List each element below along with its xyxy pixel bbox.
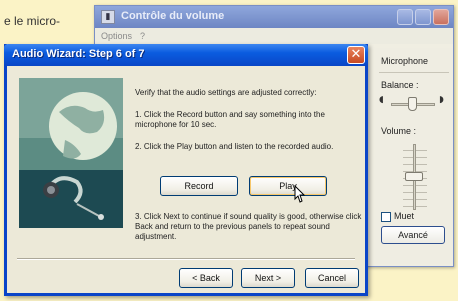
wizard-step1-text: 1. Click the Record button and say somet… [135,110,325,129]
speaker-app-icon: ▮ [101,10,115,24]
wizard-step2-text: 2. Click the Play button and listen to t… [135,142,334,151]
back-button[interactable]: < Back [179,268,233,288]
menu-help[interactable]: ? [140,31,145,41]
divider [379,72,449,73]
wizard-intro-text: Verify that the audio settings are adjus… [135,88,317,97]
volume-titlebar[interactable]: ▮ Contrôle du volume [95,6,453,28]
volume-label: Volume : [381,126,417,136]
advanced-button[interactable]: Avancé [381,226,445,244]
microphone-panel: Microphone Balance : ◖ ◗ Volume : Muet A… [375,48,453,264]
balance-slider-thumb[interactable] [408,97,417,111]
mouse-pointer-icon [294,185,306,203]
balance-left-speaker-icon: ◖ [379,95,384,105]
balance-right-speaker-icon: ◗ [439,95,444,105]
wizard-title: Audio Wizard: Step 6 of 7 [12,48,145,60]
wizard-divider [17,258,355,260]
play-button[interactable]: Play [249,176,327,196]
wizard-titlebar[interactable]: Audio Wizard: Step 6 of 7 ✕ [4,44,368,66]
cancel-button[interactable]: Cancel [305,268,359,288]
mute-checkbox[interactable] [381,212,391,222]
audio-wizard-dialog: Audio Wizard: Step 6 of 7 ✕ Verify that … [4,44,368,296]
volume-menubar: Options ? [95,28,453,44]
balance-label: Balance : [381,80,419,90]
next-button[interactable]: Next > [241,268,295,288]
close-icon[interactable]: ✕ [347,46,365,64]
microphone-title: Microphone [381,56,429,66]
menu-options[interactable]: Options [101,31,132,41]
wizard-illustration [19,78,123,228]
maximize-icon[interactable] [415,9,431,25]
close-icon[interactable] [433,9,449,25]
record-button[interactable]: Record [160,176,238,196]
volume-slider-thumb[interactable] [405,172,423,181]
volume-window-title: Contrôle du volume [121,10,225,22]
minimize-icon[interactable] [397,9,413,25]
wizard-step3-text: 3. Click Next to continue if sound quali… [135,212,362,241]
page-text-fragment: e le micro- [4,14,61,28]
mute-label: Muet [394,211,415,221]
globe-headset-illustration [19,78,123,228]
